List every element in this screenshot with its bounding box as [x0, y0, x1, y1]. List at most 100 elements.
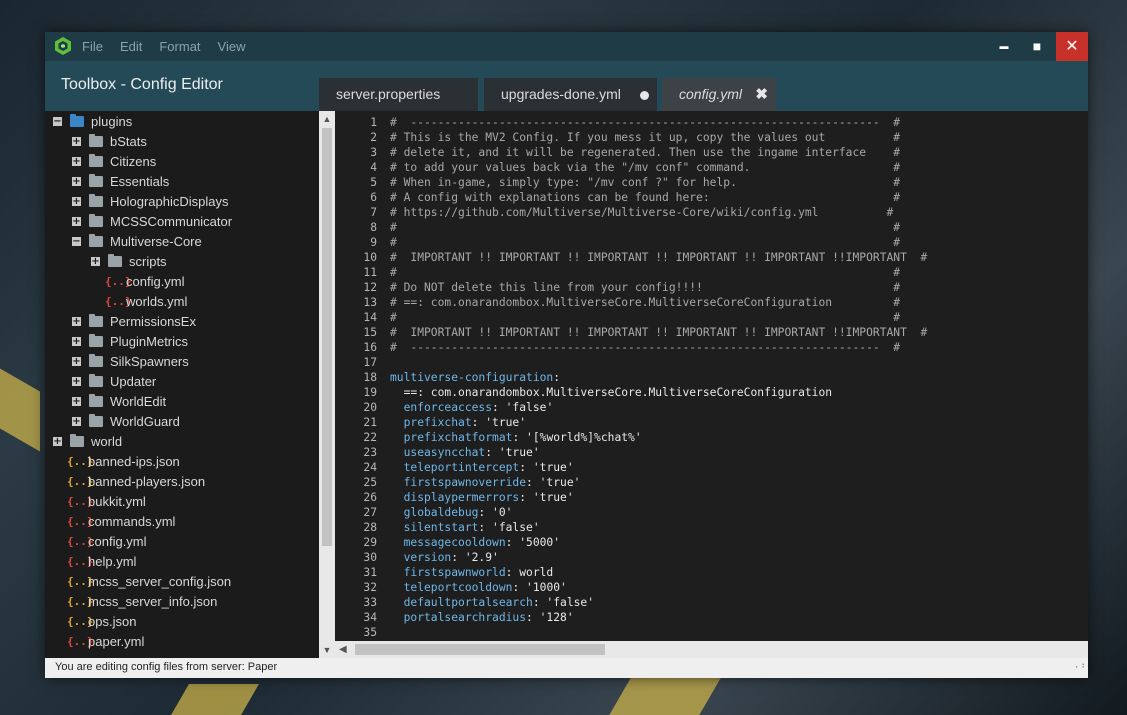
tree-label: help.yml [88, 553, 137, 569]
tree-item-config-yml-root[interactable]: {..} config.yml [67, 531, 147, 551]
expand-icon[interactable]: + [72, 176, 81, 186]
tree-item-citizens[interactable]: + Citizens [72, 151, 156, 171]
collapse-icon[interactable]: − [53, 116, 62, 126]
tree-item-world[interactable]: + world [53, 431, 122, 451]
expand-icon[interactable]: + [72, 416, 81, 426]
code-line[interactable]: 25 firstspawnoverride: 'true' [335, 475, 1088, 490]
tree-item-permissionsex[interactable]: + PermissionsEx [72, 311, 196, 331]
code-line[interactable]: 17 [335, 355, 1088, 370]
code-line[interactable]: 4 # to add your values back via the "/mv … [335, 160, 1088, 175]
code-line[interactable]: 21 prefixchat: 'true' [335, 415, 1088, 430]
expand-icon[interactable]: + [72, 216, 81, 226]
code-line[interactable]: 31 firstspawnworld: world [335, 565, 1088, 580]
tree-item-multiverse-core[interactable]: − Multiverse-Core [72, 231, 202, 251]
code-line[interactable]: 2 # This is the MV2 Config. If you mess i… [335, 130, 1088, 145]
scroll-up-icon[interactable]: ▲ [319, 111, 335, 127]
tree-item-config-yml[interactable]: {..} config.yml [105, 271, 185, 291]
menu-edit[interactable]: Edit [120, 32, 142, 61]
expand-icon[interactable]: + [72, 316, 81, 326]
code-line[interactable]: 27 globaldebug: '0' [335, 505, 1088, 520]
code-line[interactable]: 19 ==: com.onarandombox.MultiverseCore.M… [335, 385, 1088, 400]
code-line[interactable]: 32 teleportcooldown: '1000' [335, 580, 1088, 595]
code-line[interactable]: 20 enforceaccess: 'false' [335, 400, 1088, 415]
menu-file[interactable]: File [82, 32, 103, 61]
code-line[interactable]: 8 # # [335, 220, 1088, 235]
tab-config-yml[interactable]: config.yml ✖ [662, 78, 776, 111]
code-line[interactable]: 15 # IMPORTANT !! IMPORTANT !! IMPORTANT … [335, 325, 1088, 340]
expand-icon[interactable]: + [72, 156, 81, 166]
code-line[interactable]: 3 # delete it, and it will be regenerated… [335, 145, 1088, 160]
expand-icon[interactable]: + [72, 196, 81, 206]
code-line[interactable]: 34 portalsearchradius: '128' [335, 610, 1088, 625]
scroll-thumb[interactable] [355, 644, 605, 655]
tree-item-mcss-server-info[interactable]: {..} mcss_server_info.json [67, 591, 217, 611]
tree-scrollbar[interactable]: ▲ ▼ [319, 111, 335, 658]
menu-format[interactable]: Format [159, 32, 200, 61]
tree-item-pluginmetrics[interactable]: + PluginMetrics [72, 331, 188, 351]
tree-item-bukkit-yml[interactable]: {..} bukkit.yml [67, 491, 146, 511]
code-line[interactable]: 6 # A config with explanations can be fou… [335, 190, 1088, 205]
expand-icon[interactable]: + [72, 136, 81, 146]
code-line[interactable]: 14 # # [335, 310, 1088, 325]
tree-item-scripts[interactable]: + scripts [91, 251, 167, 271]
tree-item-holographicdisplays[interactable]: + HolographicDisplays [72, 191, 229, 211]
expand-icon[interactable]: + [72, 356, 81, 366]
code-line[interactable]: 10 # IMPORTANT !! IMPORTANT !! IMPORTANT … [335, 250, 1088, 265]
code-line[interactable]: 9 # # [335, 235, 1088, 250]
code-line[interactable]: 7 # https://github.com/Multiverse/Multive… [335, 205, 1088, 220]
scroll-left-icon[interactable]: ◀ [339, 641, 347, 658]
scroll-thumb[interactable] [322, 128, 332, 546]
code-line[interactable]: 24 teleportintercept: 'true' [335, 460, 1088, 475]
tree-item-banned-players[interactable]: {..} banned-players.json [67, 471, 205, 491]
tree-item-worldguard[interactable]: + WorldGuard [72, 411, 180, 431]
tree-item-ops-json[interactable]: {..} ops.json [67, 611, 136, 631]
expand-icon[interactable]: + [72, 336, 81, 346]
expand-icon[interactable]: + [72, 376, 81, 386]
tree-item-essentials[interactable]: + Essentials [72, 171, 169, 191]
tree-item-banned-ips[interactable]: {..} banned-ips.json [67, 451, 180, 471]
code-editor[interactable]: 1 # -------------------------------------… [335, 111, 1088, 641]
code-line[interactable]: 12 # Do NOT delete this line from your co… [335, 280, 1088, 295]
code-line[interactable]: 33 defaultportalsearch: 'false' [335, 595, 1088, 610]
code-line[interactable]: 23 useasyncchat: 'true' [335, 445, 1088, 460]
code-line[interactable]: 1 # -------------------------------------… [335, 115, 1088, 130]
tree-item-paper-yml[interactable]: {..} paper.yml [67, 631, 144, 651]
tree-item-bstats[interactable]: + bStats [72, 131, 147, 151]
code-line[interactable]: 26 displaypermerrors: 'true' [335, 490, 1088, 505]
menu-view[interactable]: View [218, 32, 246, 61]
code-line[interactable]: 18 multiverse-configuration: [335, 370, 1088, 385]
code-line[interactable]: 16 # ------------------------------------… [335, 340, 1088, 355]
tree-item-mcss-server-config[interactable]: {..} mcss_server_config.json [67, 571, 231, 591]
tree-item-mcsscommunicator[interactable]: + MCSSCommunicator [72, 211, 232, 231]
scroll-down-icon[interactable]: ▼ [319, 642, 335, 658]
code-line[interactable]: 29 messagecooldown: '5000' [335, 535, 1088, 550]
resize-grip-icon[interactable]: ⠠⠰ [1072, 661, 1085, 674]
collapse-icon[interactable]: − [72, 236, 81, 246]
tree-item-silkspawners[interactable]: + SilkSpawners [72, 351, 189, 371]
tab-upgrades-done[interactable]: upgrades-done.yml [484, 78, 657, 111]
code-line[interactable]: 22 prefixchatformat: '[%world%]%chat%' [335, 430, 1088, 445]
code-line[interactable]: 5 # When in-game, simply type: "/mv conf … [335, 175, 1088, 190]
tree-item-help-yml[interactable]: {..} help.yml [67, 551, 136, 571]
expand-icon[interactable]: + [91, 256, 100, 266]
expand-icon[interactable]: + [53, 436, 62, 446]
close-button[interactable]: ✕ [1056, 32, 1088, 61]
tab-close-icon[interactable]: ✖ [755, 78, 768, 111]
tree-item-commands-yml[interactable]: {..} commands.yml [67, 511, 175, 531]
tree-item-worlds-yml[interactable]: {..} worlds.yml [105, 291, 187, 311]
expand-icon[interactable]: + [72, 396, 81, 406]
tree-item-worldedit[interactable]: + WorldEdit [72, 391, 166, 411]
editor-horizontal-scrollbar[interactable]: ◀ [335, 641, 1088, 658]
tab-server-properties[interactable]: server.properties [319, 78, 478, 111]
tree-item-updater[interactable]: + Updater [72, 371, 156, 391]
code-line[interactable]: 28 silentstart: 'false' [335, 520, 1088, 535]
code-line[interactable]: 13 # ==: com.onarandombox.MultiverseCore.… [335, 295, 1088, 310]
code-line[interactable]: 30 version: '2.9' [335, 550, 1088, 565]
tree-item-plugins[interactable]: − plugins [53, 111, 132, 131]
yml-file-icon: {..} [67, 634, 94, 648]
code-line[interactable]: 11 # # [335, 265, 1088, 280]
code-text: displaypermerrors: 'true' [390, 490, 574, 505]
minimize-button[interactable]: ▬ [989, 32, 1019, 61]
maximize-button[interactable]: ■ [1022, 32, 1052, 61]
code-line[interactable]: 35 [335, 625, 1088, 640]
